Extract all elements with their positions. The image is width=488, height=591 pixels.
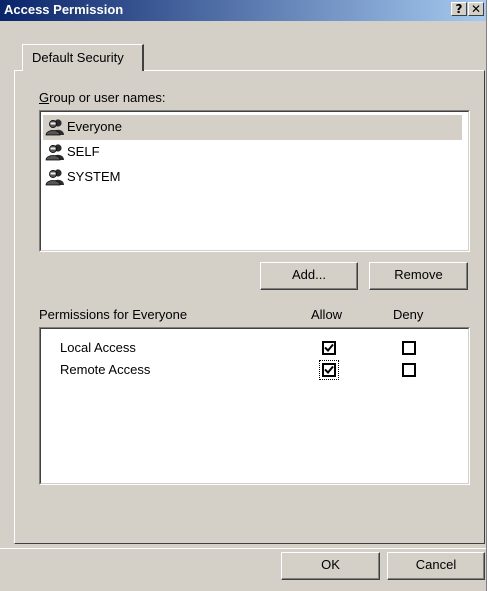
permission-name: Local Access bbox=[60, 340, 136, 355]
remove-button[interactable]: Remove bbox=[369, 262, 468, 290]
list-item-everyone[interactable]: Everyone bbox=[43, 115, 462, 140]
allow-local-access-checkbox[interactable] bbox=[322, 341, 336, 355]
user-group-icon bbox=[45, 169, 64, 186]
access-permission-dialog: Access Permission ? ✕ Default Security G… bbox=[0, 0, 487, 591]
user-name: Everyone bbox=[67, 119, 122, 134]
user-group-icon bbox=[45, 144, 64, 161]
list-item-system[interactable]: SYSTEM bbox=[43, 165, 462, 190]
allow-column-header: Allow bbox=[311, 307, 343, 322]
add-button[interactable]: Add... bbox=[260, 262, 358, 290]
check-icon bbox=[324, 365, 334, 374]
title-bar: Access Permission ? ✕ bbox=[0, 0, 486, 21]
tab-label: Default Security bbox=[32, 50, 124, 65]
close-button[interactable]: ✕ bbox=[468, 2, 484, 16]
window-title: Access Permission bbox=[4, 2, 124, 17]
deny-column-header: Deny bbox=[393, 307, 424, 322]
permissions-list-inner: Local Access Remote Access bbox=[40, 328, 469, 484]
group-or-user-names-label: Group or user names: bbox=[39, 90, 165, 105]
add-button-label: Add... bbox=[292, 267, 326, 282]
cancel-button[interactable]: Cancel bbox=[387, 552, 485, 580]
user-list[interactable]: Everyone SELF SYSTEM bbox=[39, 110, 470, 252]
help-icon: ? bbox=[455, 2, 463, 16]
ok-button-label: OK bbox=[321, 557, 340, 572]
deny-remote-access-checkbox[interactable] bbox=[402, 363, 416, 377]
allow-remote-access-checkbox[interactable] bbox=[319, 360, 339, 380]
group-label-rest: roup or user names: bbox=[49, 90, 166, 105]
list-item-self[interactable]: SELF bbox=[43, 140, 462, 165]
user-name: SYSTEM bbox=[67, 169, 121, 184]
user-list-inner: Everyone SELF SYSTEM bbox=[40, 111, 469, 251]
permission-name: Remote Access bbox=[60, 362, 151, 377]
check-icon bbox=[324, 343, 334, 352]
permissions-list[interactable]: Local Access Remote Access bbox=[39, 327, 470, 485]
tab-default-security[interactable]: Default Security bbox=[22, 44, 144, 71]
footer-divider bbox=[0, 548, 486, 549]
user-group-icon bbox=[45, 119, 64, 136]
group-label-mnemonic: G bbox=[39, 90, 50, 105]
permissions-label: Permissions for Everyone bbox=[39, 307, 188, 322]
remove-button-label: Remove bbox=[394, 267, 443, 282]
close-icon: ✕ bbox=[470, 2, 482, 16]
deny-local-access-checkbox[interactable] bbox=[402, 341, 416, 355]
user-name: SELF bbox=[67, 144, 100, 159]
ok-button[interactable]: OK bbox=[281, 552, 380, 580]
help-button[interactable]: ? bbox=[451, 2, 467, 16]
cancel-button-label: Cancel bbox=[415, 557, 457, 572]
